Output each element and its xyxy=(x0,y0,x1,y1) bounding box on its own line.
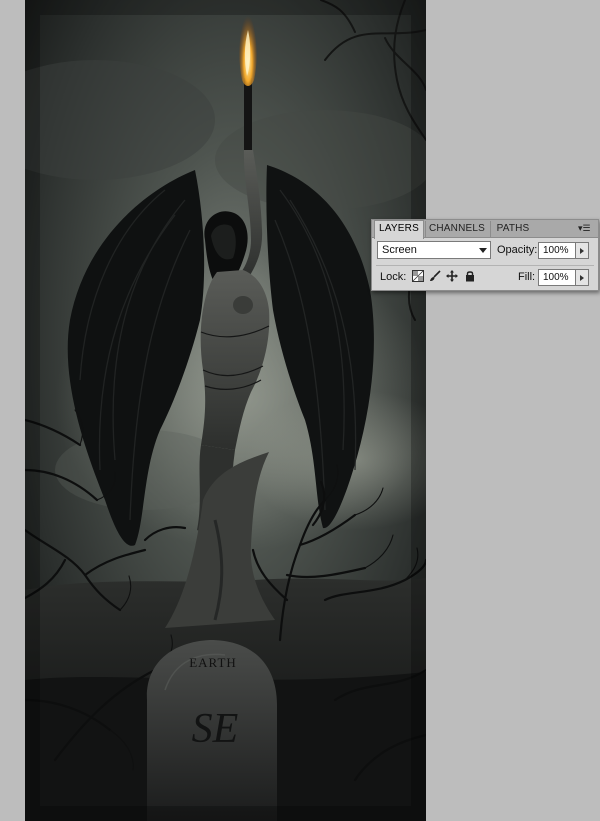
layers-panel: LAYERS CHANNELS PATHS ▾☰ Screen Opacity:… xyxy=(371,219,599,291)
panel-tab-bar: LAYERS CHANNELS PATHS ▾☰ xyxy=(372,220,598,239)
document-canvas[interactable]: EARTH SE xyxy=(25,0,426,821)
lock-label: Lock: xyxy=(380,271,407,283)
blend-mode-select[interactable]: Screen xyxy=(377,241,491,259)
tombstone-inscription: EARTH xyxy=(189,655,237,670)
tab-paths[interactable]: PATHS xyxy=(490,221,535,237)
chevron-down-icon xyxy=(479,248,487,253)
panel-menu-icon[interactable]: ▾☰ xyxy=(578,223,594,234)
lock-pixels-icon[interactable] xyxy=(429,270,441,282)
opacity-slider-button[interactable] xyxy=(576,242,589,259)
blend-row: Screen Opacity: 100% xyxy=(372,241,598,263)
lock-all-icon[interactable] xyxy=(464,270,476,282)
opacity-input[interactable]: 100% xyxy=(538,242,576,259)
tombstone-monogram: SE xyxy=(192,706,239,752)
fill-label: Fill: xyxy=(518,271,536,283)
lock-position-icon[interactable] xyxy=(446,270,458,282)
fill-input[interactable]: 100% xyxy=(538,269,576,286)
blend-mode-value: Screen xyxy=(382,244,417,256)
opacity-label: Opacity: xyxy=(497,244,538,256)
fill-slider-button[interactable] xyxy=(576,269,589,286)
tab-channels[interactable]: CHANNELS xyxy=(425,221,488,237)
lock-row: Lock: Fill: 100% xyxy=(372,267,598,289)
tab-layers[interactable]: LAYERS xyxy=(374,220,424,239)
lock-transparent-icon[interactable] xyxy=(412,270,424,282)
artwork-image: EARTH SE xyxy=(25,0,426,821)
panel-divider xyxy=(376,265,594,266)
